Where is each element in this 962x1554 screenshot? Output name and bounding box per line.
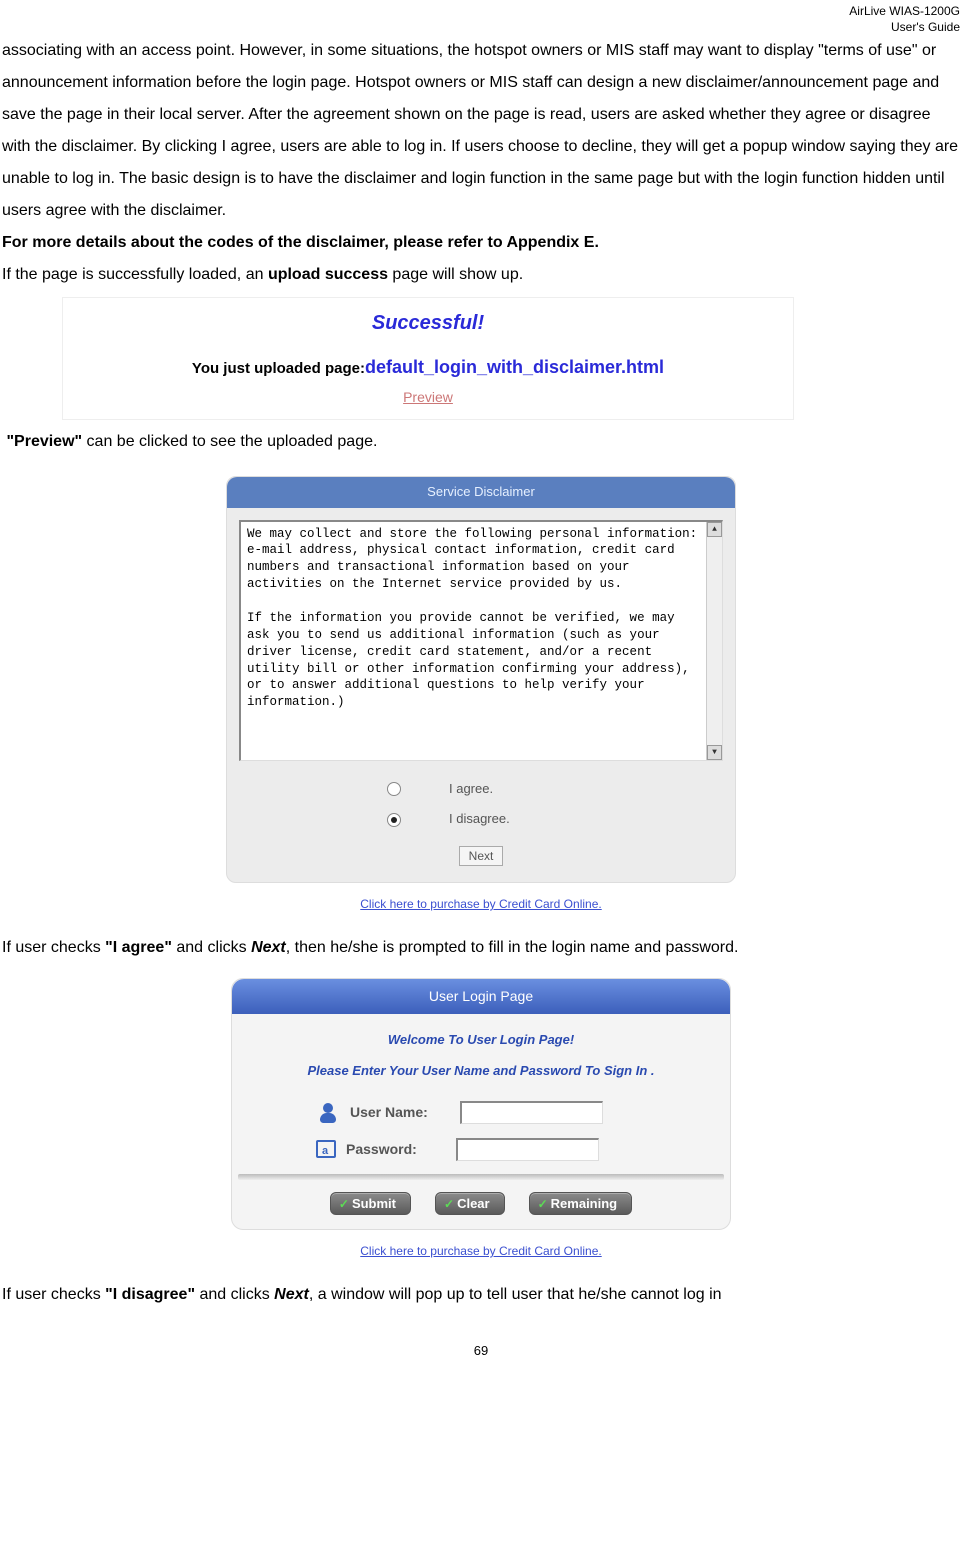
submit-button[interactable]: ✓Submit [330,1192,411,1215]
disclaimer-panel-wrap: Service Disclaimer We may collect and st… [226,476,736,916]
radio-agree-label: I agree. [449,777,493,802]
p5c: and clicks [172,939,251,956]
login-welcome: Welcome To User Login Page! [232,1028,730,1053]
password-input[interactable] [456,1138,599,1161]
p3-part-b: upload success [268,266,388,283]
remaining-button[interactable]: ✓Remaining [529,1192,633,1215]
p5b: "I agree" [105,939,172,956]
scroll-up-icon[interactable]: ▲ [707,522,722,537]
username-input[interactable] [460,1101,603,1124]
doc-header: AirLive WIAS-1200G User's Guide [2,0,960,35]
uploaded-filename: default_login_with_disclaimer.html [365,357,664,377]
p4-rest: can be clicked to see the uploaded page. [82,433,377,450]
login-panel: User Login Page Welcome To User Login Pa… [231,978,731,1230]
submit-label: Submit [352,1196,396,1211]
p6d: Next [274,1286,309,1303]
check-icon: ✓ [339,1197,349,1211]
password-label: Password: [346,1136,446,1163]
page-number: 69 [2,1339,960,1364]
success-prefix: You just uploaded page: [192,360,365,377]
preview-link[interactable]: Preview [403,389,453,405]
radio-checked-icon [387,813,401,827]
credit-card-link-1[interactable]: Click here to purchase by Credit Card On… [226,893,736,916]
success-title: Successful! [63,304,793,342]
radio-disagree-label: I disagree. [449,807,510,832]
disclaimer-panel: Service Disclaimer We may collect and st… [226,476,736,884]
radio-unchecked-icon [387,782,401,796]
login-instructions: Please Enter Your User Name and Password… [232,1059,730,1084]
next-button[interactable]: Next [459,846,504,866]
p3-part-c: page will show up. [388,266,523,283]
paragraph-6: If user checks "I disagree" and clicks N… [2,1279,960,1311]
clear-button[interactable]: ✓Clear [435,1192,505,1215]
check-icon: ✓ [538,1197,548,1211]
check-icon: ✓ [444,1197,454,1211]
user-icon [316,1101,340,1125]
paragraph-2-details: For more details about the codes of the … [2,227,960,259]
paragraph-1: associating with an access point. Howeve… [2,35,960,227]
scroll-down-icon[interactable]: ▼ [707,745,722,760]
doc-title-line2: User's Guide [891,20,960,34]
p4-preview-word: "Preview" [6,433,82,450]
divider [238,1174,724,1180]
disclaimer-header: Service Disclaimer [227,477,735,508]
paragraph-3: If the page is successfully loaded, an u… [2,259,960,291]
doc-title-line1: AirLive WIAS-1200G [849,4,960,18]
radio-disagree[interactable]: I disagree. [351,805,611,836]
username-label: User Name: [350,1099,450,1126]
p5d: Next [251,939,286,956]
upload-success-panel: Successful! You just uploaded page:defau… [62,297,794,420]
p5a: If user checks [2,939,105,956]
p3-part-a: If the page is successfully loaded, an [2,266,268,283]
credit-card-link-2[interactable]: Click here to purchase by Credit Card On… [231,1240,731,1263]
login-header: User Login Page [232,979,730,1014]
p6a: If user checks [2,1286,105,1303]
remaining-label: Remaining [551,1196,617,1211]
login-panel-wrap: User Login Page Welcome To User Login Pa… [231,978,731,1263]
paragraph-5: If user checks "I agree" and clicks Next… [2,932,960,964]
disclaimer-content: We may collect and store the following p… [247,526,716,712]
scrollbar[interactable]: ▲ ▼ [706,522,722,760]
paragraph-4: "Preview" can be clicked to see the uplo… [2,426,960,458]
p6c: and clicks [195,1286,274,1303]
p5e: , then he/she is prompted to fill in the… [286,939,739,956]
success-line: You just uploaded page:default_login_wit… [63,350,793,384]
clear-label: Clear [457,1196,490,1211]
disclaimer-textarea[interactable]: We may collect and store the following p… [239,520,723,761]
p6b: "I disagree" [105,1286,195,1303]
password-icon [316,1140,336,1158]
radio-agree[interactable]: I agree. [351,775,611,806]
p6e: , a window will pop up to tell user that… [309,1286,722,1303]
